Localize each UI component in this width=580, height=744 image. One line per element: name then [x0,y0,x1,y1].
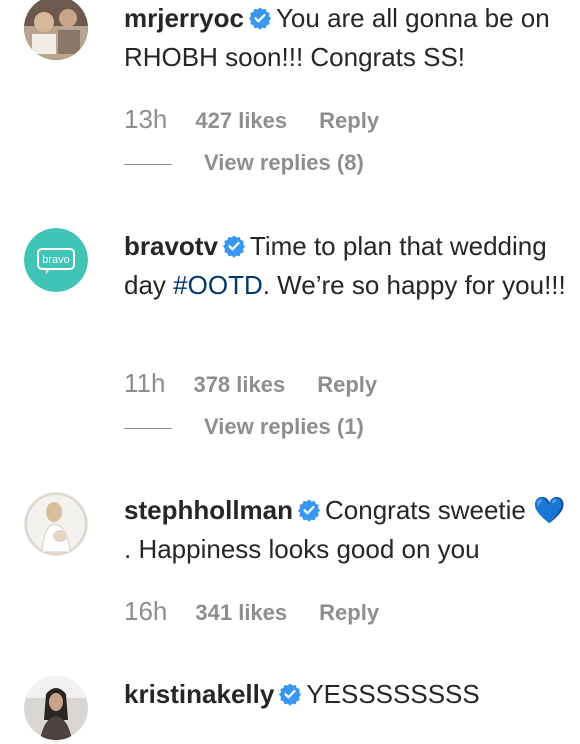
replies-divider-line [124,427,172,429]
avatar[interactable] [24,676,88,740]
comment-meta: 13h 427 likes Reply [124,104,379,136]
comment-text-block: stephhollman Congrats sweetie 💙 . Happine… [124,492,574,567]
timestamp[interactable]: 16h [124,596,167,627]
comment-text: Congrats sweetie [325,495,534,525]
view-replies-label: View replies (8) [204,150,364,175]
reply-button[interactable]: Reply [319,600,379,626]
bravo-logo-text: bravo [42,254,70,266]
verified-badge-icon [248,3,272,39]
reply-button[interactable]: Reply [319,108,379,134]
username[interactable]: kristinakelly [124,679,274,709]
likes-count[interactable]: 341 likes [195,600,287,626]
likes-count[interactable]: 427 likes [195,108,287,134]
view-replies-label: View replies (1) [204,414,364,439]
replies-divider-line [124,163,172,165]
comment-text-block: bravotv Time to plan that wedding day #OO… [124,228,574,303]
timestamp[interactable]: 13h [124,104,167,135]
likes-count[interactable]: 378 likes [193,372,285,398]
timestamp[interactable]: 11h [124,368,165,399]
comment-text-block: mrjerryoc You are all gonna be on RHOBH s… [124,0,574,75]
comment-text: . We’re so happy for you!!! [262,270,566,300]
comment-text: YESSSSSSSS [306,679,480,709]
avatar[interactable] [24,0,88,60]
blue-heart-emoji-icon: 💙 [533,495,566,525]
comment-text: . Happiness looks good on you [124,534,480,564]
comment-meta: 16h 341 likes Reply [124,596,379,628]
reply-button[interactable]: Reply [317,372,377,398]
view-replies-button[interactable]: View replies (8) [124,150,364,180]
username[interactable]: bravotv [124,231,218,261]
hashtag-link[interactable]: #OOTD [173,270,263,300]
username[interactable]: stephhollman [124,495,293,525]
username[interactable]: mrjerryoc [124,3,244,33]
comment-meta: 11h 378 likes Reply [124,368,377,400]
verified-badge-icon [278,679,302,715]
verified-badge-icon [297,495,321,531]
comment-text-block: kristinakelly YESSSSSSSS [124,676,574,715]
verified-badge-icon [222,231,246,267]
avatar[interactable]: bravo [24,228,88,292]
avatar[interactable] [24,492,88,556]
view-replies-button[interactable]: View replies (1) [124,414,364,444]
